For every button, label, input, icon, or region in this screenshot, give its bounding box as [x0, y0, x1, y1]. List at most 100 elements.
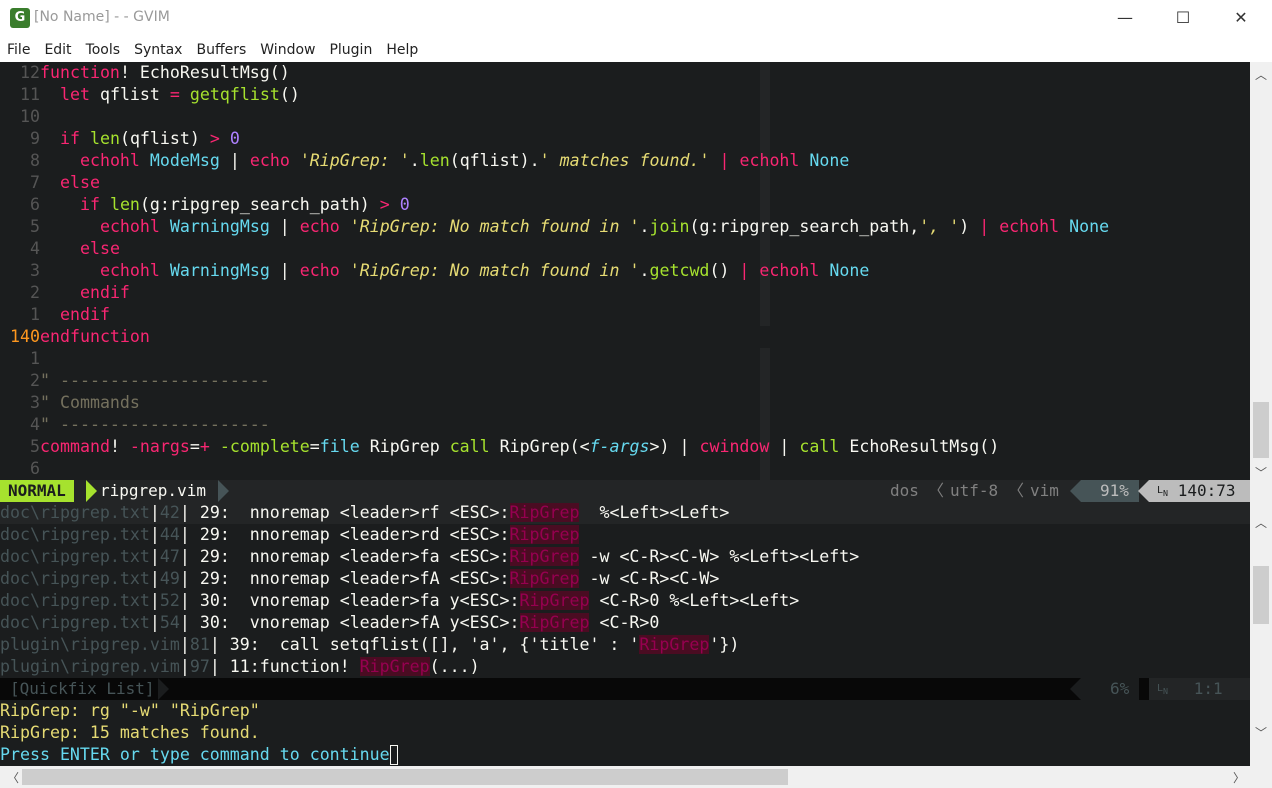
code-line[interactable]: 5 echohl WarningMsg | echo 'RipGrep: No …	[0, 216, 1109, 238]
scroll-left-arrow-icon[interactable]: 〈	[2, 769, 24, 786]
quickfix-line: 52	[159, 591, 180, 610]
quickfix-rest-before: 30: vnoremap <leader>fA y<ESC>:	[189, 613, 520, 632]
color-column	[760, 62, 770, 326]
quickfix-entry[interactable]: plugin\ripgrep.vim|97| 11:function! RipG…	[0, 656, 1250, 678]
code-token: EchoResultMsg()	[839, 437, 1000, 456]
code-token: getcwd	[649, 261, 710, 280]
code-token: None	[829, 261, 870, 280]
quickfix-rest-after: '})	[709, 635, 740, 654]
code-line[interactable]: 3 echohl WarningMsg | echo 'RipGrep: No …	[0, 260, 869, 282]
code-line[interactable]: 4" ---------------------	[0, 414, 270, 436]
code-line[interactable]: 6 if len(g:ripgrep_search_path) > 0	[0, 194, 410, 216]
scroll-up-arrow-icon[interactable]: ︿	[1250, 66, 1272, 83]
code-line[interactable]: 1	[0, 348, 40, 370]
maximize-button[interactable]: ☐	[1154, 0, 1212, 36]
horizontal-scroll-thumb[interactable]	[22, 769, 788, 785]
quickfix-entry[interactable]: doc\ripgrep.txt|47| 29: nnoremap <leader…	[0, 546, 1250, 568]
code-token: 'RipGrep: '	[299, 151, 410, 170]
quickfix-entry[interactable]: doc\ripgrep.txt|44| 29: nnoremap <leader…	[0, 524, 1250, 546]
message-line: RipGrep: 15 matches found.	[0, 723, 260, 742]
quickfix-match: RipGrep	[509, 547, 580, 566]
code-line[interactable]: 12function! EchoResultMsg()	[0, 62, 290, 84]
quickfix-separator: |	[179, 569, 190, 588]
code-token: echo	[299, 261, 340, 280]
scroll-down-arrow-icon[interactable]: ﹀	[1250, 464, 1272, 481]
code-token: len	[419, 151, 450, 170]
vim-editor-area[interactable]: 12function! EchoResultMsg() 11 let qflist…	[0, 62, 1250, 766]
close-button[interactable]: ✕	[1212, 0, 1270, 36]
status-position-block: LN 140:73	[1149, 480, 1250, 502]
percent-separator-icon	[1070, 480, 1081, 502]
vertical-scroll-thumb[interactable]	[1253, 402, 1269, 458]
code-line[interactable]: 2" ---------------------	[0, 370, 270, 392]
menu-tools[interactable]: Tools	[79, 38, 128, 62]
vertical-scroll-thumb[interactable]	[1253, 566, 1269, 624]
line-number: 12	[20, 63, 40, 82]
code-line[interactable]: 1 endif	[0, 304, 110, 326]
quickfix-entry[interactable]: doc\ripgrep.txt|52| 30: vnoremap <leader…	[0, 590, 1250, 612]
menu-edit[interactable]: Edit	[37, 38, 78, 62]
code-line[interactable]: 5command! -nargs=+ -complete=file RipGre…	[0, 436, 999, 458]
menu-file[interactable]: File	[0, 38, 37, 62]
code-line[interactable]: 4 else	[0, 238, 120, 260]
menu-help[interactable]: Help	[379, 38, 425, 62]
menu-syntax[interactable]: Syntax	[127, 38, 189, 62]
quickfix-entry[interactable]: doc\ripgrep.txt|54| 30: vnoremap <leader…	[0, 612, 1250, 634]
chevron-left-icon: 〈	[1008, 481, 1025, 500]
code-line[interactable]: 11 let qflist = getqflist()	[0, 84, 300, 106]
menu-plugin[interactable]: Plugin	[322, 38, 379, 62]
continue-prompt[interactable]: Press ENTER or type command to continue	[0, 744, 398, 766]
status-position: 140:73	[1177, 481, 1236, 500]
quickfix-entry[interactable]: doc\ripgrep.txt|49| 29: nnoremap <leader…	[0, 568, 1250, 590]
quickfix-line: 47	[159, 547, 180, 566]
menu-buffers[interactable]: Buffers	[189, 38, 253, 62]
quickfix-rest-before: 30: vnoremap <leader>fa y<ESC>:	[189, 591, 520, 610]
quickfix-match: RipGrep	[519, 613, 590, 632]
quickfix-separator: |	[209, 635, 220, 654]
quickfix-list[interactable]: doc\ripgrep.txt|42| 29: nnoremap <leader…	[0, 502, 1250, 678]
quickfix-separator: |	[149, 591, 160, 610]
code-token: 0	[399, 195, 410, 214]
code-token: )	[959, 217, 980, 236]
code-line[interactable]: 9 if len(qflist) > 0	[0, 128, 240, 150]
line-number: 3	[30, 261, 40, 280]
line-number: 8	[30, 151, 40, 170]
code-token: f-args	[589, 437, 650, 456]
status-fileformat: dos	[890, 481, 919, 500]
code-token: |	[979, 217, 990, 236]
code-line[interactable]: 8 echohl ModeMsg | echo 'RipGrep: '.len(…	[0, 150, 849, 172]
code-token: if	[59, 129, 80, 148]
minimize-button[interactable]: —	[1096, 0, 1154, 36]
code-line[interactable]: 7 else	[0, 172, 100, 194]
line-number: 140	[10, 327, 40, 346]
scroll-right-arrow-icon[interactable]: 〉	[1228, 769, 1250, 786]
code-line[interactable]: 140endfunction	[0, 326, 150, 348]
vertical-scrollbar[interactable]: ︿ ﹀ ︿ ﹀	[1250, 62, 1272, 766]
quickfix-entry[interactable]: doc\ripgrep.txt|42| 29: nnoremap <leader…	[0, 502, 1250, 524]
code-token: let	[59, 85, 90, 104]
code-line[interactable]: 10	[0, 106, 40, 128]
quickfix-separator: |	[179, 591, 190, 610]
quickfix-entry[interactable]: plugin\ripgrep.vim|81| 39: call setqflis…	[0, 634, 1250, 656]
code-line[interactable]: 6	[0, 458, 40, 480]
code-line[interactable]: 3" Commands	[0, 392, 140, 414]
line-number-icon: LN	[1157, 485, 1169, 498]
code-line[interactable]: 2 endif	[0, 282, 130, 304]
menu-window[interactable]: Window	[253, 38, 322, 62]
horizontal-scrollbar[interactable]: 〈 〉	[0, 766, 1272, 788]
quickfix-separator-icon	[158, 678, 169, 700]
quickfix-file: doc\ripgrep.txt	[0, 613, 150, 632]
scroll-down-arrow-icon[interactable]: ﹀	[1250, 724, 1272, 741]
quickfix-line: 49	[159, 569, 180, 588]
quickfix-file: doc\ripgrep.txt	[0, 525, 150, 544]
quickfix-percent-separator-icon	[1070, 678, 1081, 700]
code-token: ', '	[919, 217, 960, 236]
code-token: =	[309, 437, 320, 456]
scroll-up-arrow-icon[interactable]: ︿	[1250, 514, 1272, 531]
